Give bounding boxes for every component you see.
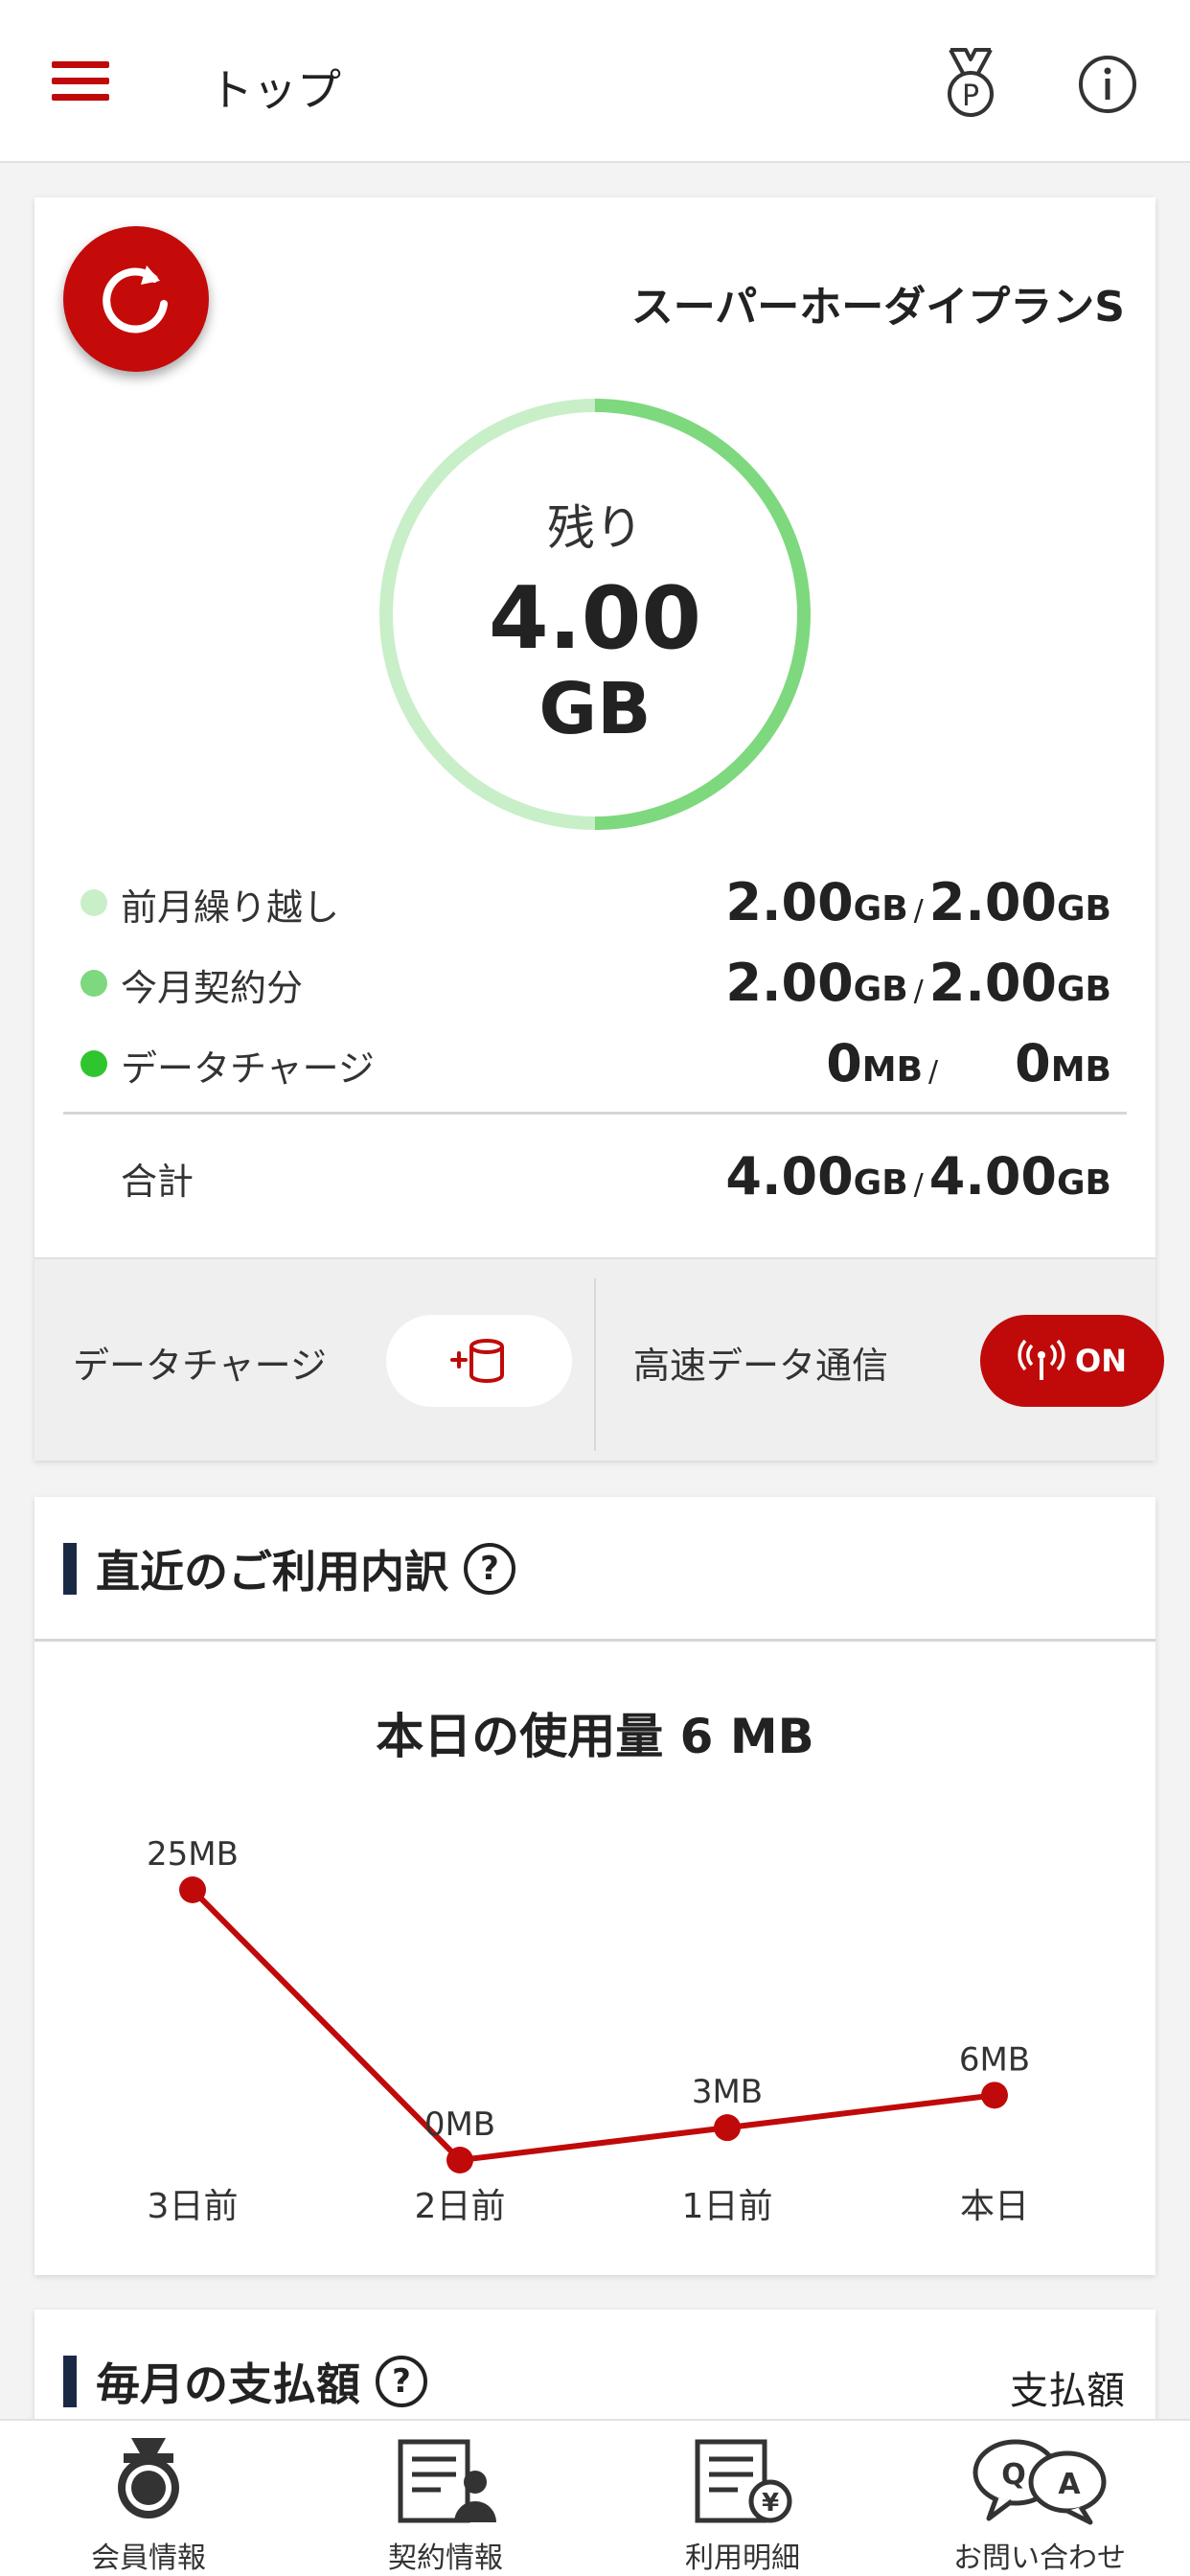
high-speed-section: 高速データ通信 ON [595,1259,1164,1462]
usage-line-chart: 25MB 3日前 0MB 2日前 3MB 1日前 6MB 本日 [147,1835,1030,2225]
help-icon[interactable]: ? [464,1543,515,1595]
x-tick-label: 3日前 [148,2187,239,2225]
bottom-tab-bar: 会員情報 契約情報 ¥ 利用明細 Q A お問い合わせ [0,2419,1190,2576]
data-point [446,2147,473,2174]
contract-document-icon [398,2439,496,2523]
charge-bar: データチャージ 高速データ通信 ON [34,1257,1164,1462]
row-value: 2.00GB/2.00GB [725,872,1111,932]
qa-chat-icon: Q A [973,2439,1107,2525]
usage-section-title: 直近のご利用内訳 [96,1546,448,1598]
data-charge-label: データチャージ [73,1345,327,1387]
legend-dot [80,1050,107,1077]
row-value: 2.00GB/2.00GB [725,953,1111,1013]
divider [34,1639,1156,1642]
breakdown-row-datacharge: データチャージ 0MB/0MB [34,1029,1156,1096]
member-badge-icon [118,2438,179,2518]
title-bar [63,1543,77,1595]
breakdown-row-total: 合計 4.00GB/4.00GB [34,1142,1156,1209]
data-label: 3MB [692,2073,763,2111]
add-database-icon [450,1339,504,1383]
info-icon[interactable] [1077,54,1138,115]
legend-dot [80,889,107,916]
hamburger-icon[interactable] [52,61,109,102]
tab-label: 契約情報 [388,2542,503,2575]
high-speed-toggle[interactable]: ON [980,1315,1164,1407]
remaining-label: 残り [547,500,643,556]
app-header: トップ P [0,0,1190,163]
refresh-icon [103,265,168,334]
plan-card: スーパーホーダイプランS 残り 4.00 GB 前月繰り越し 2.00GB/2.… [34,197,1164,1462]
x-tick-label: 1日前 [682,2187,773,2225]
remaining-unit: GB [538,668,652,750]
total-value: 4.00GB/4.00GB [725,1146,1111,1207]
breakdown-row-contract: 今月契約分 2.00GB/2.00GB [34,949,1156,1016]
section-title: 直近のご利用内訳 ? [63,1537,515,1600]
data-charge-section: データチャージ [34,1259,595,1462]
payment-card: 毎月の支払額 ? 支払額 [34,2310,1156,2425]
help-icon[interactable]: ? [376,2356,427,2407]
row-label: 今月契約分 [121,967,304,1009]
svg-text:Q: Q [1001,2458,1026,2492]
legend-dot [80,970,107,997]
high-speed-label: 高速データ通信 [633,1345,889,1387]
tab-contact[interactable]: Q A お問い合わせ [891,2421,1188,2576]
data-point [981,2082,1008,2109]
chart-title: 本日の使用量 6 MB [376,1709,814,1764]
x-tick-label: 2日前 [415,2187,506,2225]
gauge-center: 残り 4.00 GB [375,394,815,835]
usage-card: 直近のご利用内訳 ? 本日の使用量 6 MB 25MB 3日前 0MB 2日前 3MB 1… [34,1497,1156,2275]
svg-text:P: P [962,80,979,113]
total-label: 合計 [121,1161,195,1203]
tab-billing[interactable]: ¥ 利用明細 [594,2421,891,2576]
tab-label: 会員情報 [91,2542,206,2575]
series-line [190,1887,995,2164]
billing-statement-icon: ¥ [695,2439,792,2523]
row-value: 0MB/0MB [826,1033,1111,1093]
svg-text:¥: ¥ [762,2489,779,2518]
tab-member-info[interactable]: 会員情報 [0,2421,297,2576]
data-point [714,2114,741,2142]
divider [63,1112,1127,1115]
toggle-state: ON [1075,1343,1127,1379]
tab-contract-info[interactable]: 契約情報 [297,2421,594,2576]
data-label: 0MB [424,2105,495,2144]
antenna-signal-icon [1018,1340,1065,1380]
page-title: トップ [209,64,341,116]
breakdown-row-carryover: 前月繰り越し 2.00GB/2.00GB [34,868,1156,935]
svg-text:A: A [1058,2468,1081,2501]
data-charge-button[interactable] [386,1315,572,1407]
medal-points-icon[interactable]: P [937,46,1004,119]
tab-label: お問い合わせ [953,2542,1126,2575]
payment-amount-label: 支払額 [1010,2369,1125,2413]
section-title: 毎月の支払額 ? [63,2350,427,2413]
data-point [179,1876,206,1903]
remaining-value: 4.00 [488,568,702,669]
tab-label: 利用明細 [685,2542,800,2575]
refresh-button[interactable] [63,226,209,372]
data-label: 25MB [147,1835,239,1874]
title-bar [63,2356,77,2407]
data-label: 6MB [959,2040,1030,2079]
payment-section-title: 毎月の支払額 [96,2358,360,2410]
row-label: 前月繰り越し [121,886,340,929]
plan-name: スーパーホーダイプランS [630,283,1125,332]
row-label: データチャージ [121,1047,375,1090]
x-tick-label: 本日 [960,2187,1029,2225]
